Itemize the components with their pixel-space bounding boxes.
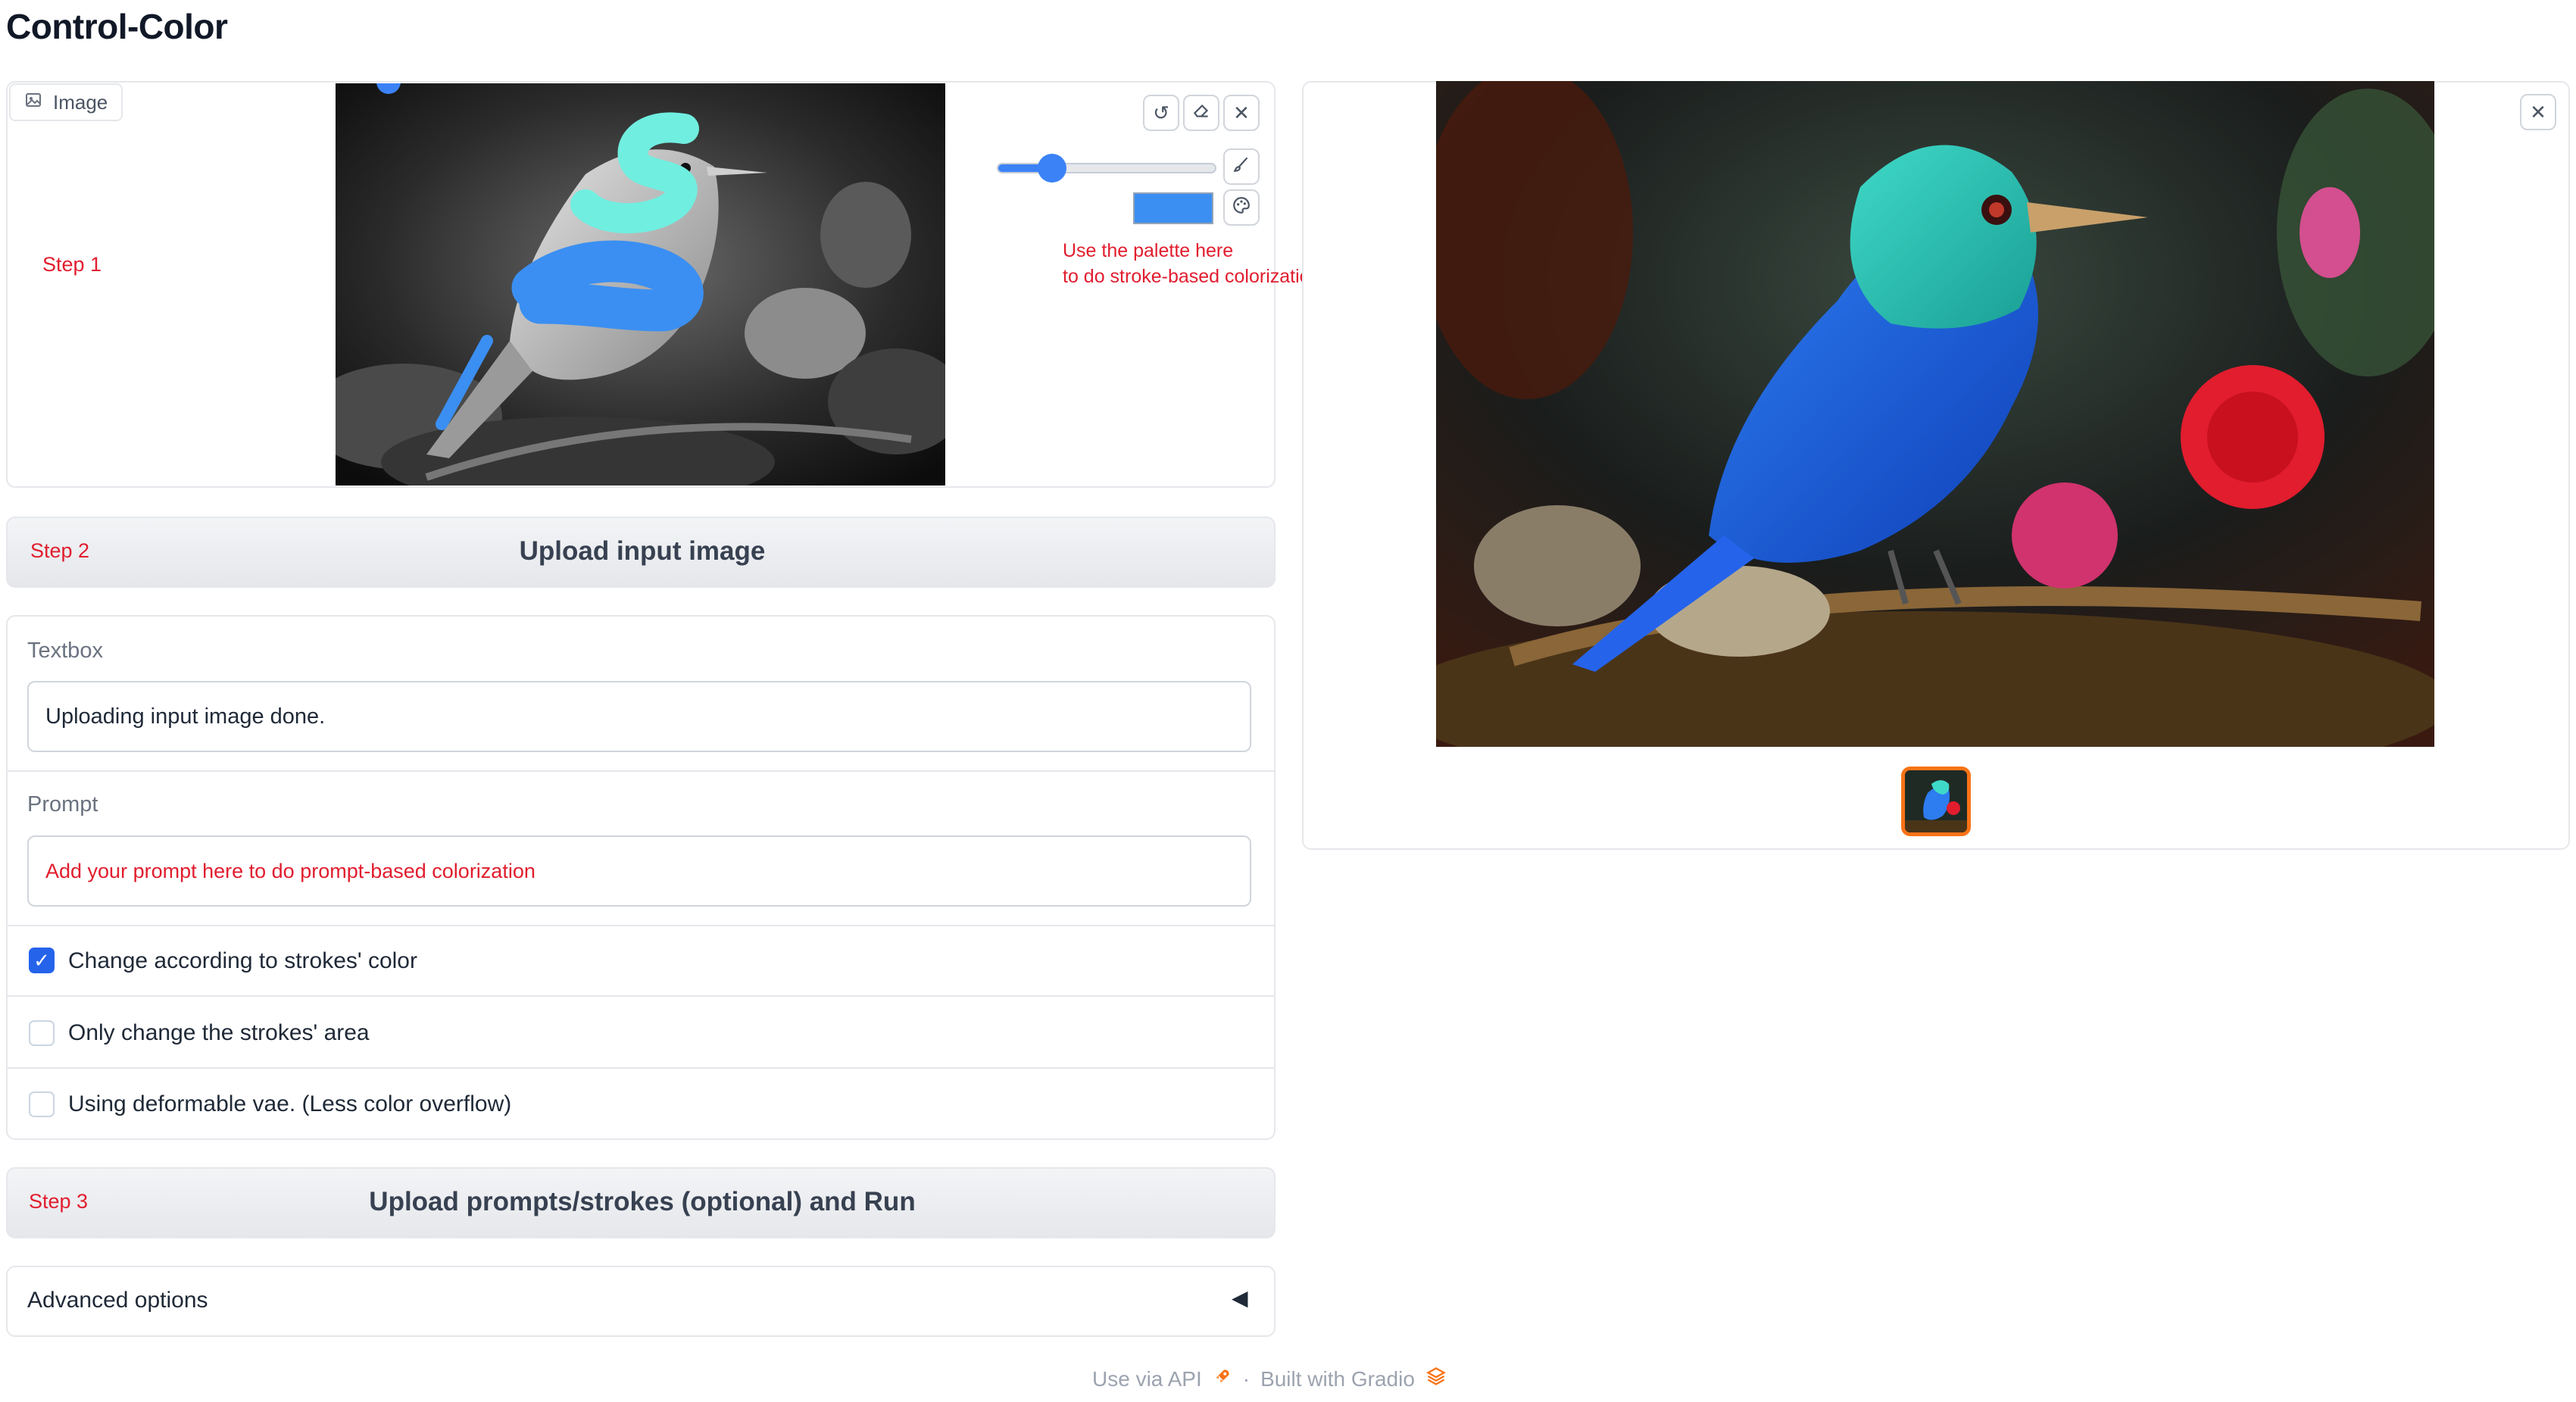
built-with-gradio-link[interactable]: Built with Gradio	[1260, 1367, 1415, 1391]
strokes-area-checkbox[interactable]	[29, 1020, 55, 1046]
form-divider	[8, 995, 1274, 997]
eraser-button[interactable]	[1183, 95, 1219, 131]
image-chip-text: Image	[53, 90, 108, 114]
gallery-thumbnail[interactable]	[1901, 767, 1971, 836]
status-textbox-value: Uploading input image done.	[45, 704, 326, 729]
eraser-icon	[1191, 101, 1211, 126]
advanced-options-label: Advanced options	[27, 1288, 208, 1313]
close-icon: ✕	[1233, 101, 1250, 124]
undo-button[interactable]: ↺	[1143, 95, 1179, 131]
brush-button[interactable]	[1223, 148, 1260, 185]
form-divider	[8, 925, 1274, 926]
step1-label: Step 1	[42, 253, 102, 276]
strokes-area-label[interactable]: Only change the strokes' area	[68, 1020, 370, 1046]
prompt-input[interactable]: Add your prompt here to do prompt-based …	[27, 835, 1251, 907]
rocket-icon	[1213, 1366, 1232, 1391]
deformable-vae-label[interactable]: Using deformable vae. (Less color overfl…	[68, 1091, 511, 1117]
prompt-label: Prompt	[27, 792, 98, 817]
run-button-label: Upload prompts/strokes (optional) and Ru…	[369, 1187, 916, 1216]
image-label-chip: Image	[9, 83, 123, 121]
close-icon: ✕	[2530, 100, 2546, 123]
brush-size-slider[interactable]	[997, 163, 1216, 173]
strokes-color-label[interactable]: Change according to strokes' color	[68, 948, 417, 974]
colorized-bird-image	[1436, 81, 2434, 747]
brush-color-swatch[interactable]	[1133, 192, 1213, 224]
form-divider	[8, 770, 1274, 772]
status-textbox[interactable]: Uploading input image done.	[27, 681, 1251, 752]
run-button[interactable]: Step 3 Upload prompts/strokes (optional)…	[6, 1167, 1276, 1238]
form-divider	[8, 1067, 1274, 1069]
image-icon	[24, 91, 42, 114]
undo-icon: ↺	[1153, 101, 1169, 124]
gallery-thumbnail-image	[1905, 770, 1967, 832]
footer-separator: ·	[1242, 1366, 1251, 1391]
textbox-label: Textbox	[27, 639, 103, 663]
sketch-canvas[interactable]	[336, 83, 945, 486]
advanced-options-accordion[interactable]: Advanced options ◀	[6, 1266, 1276, 1337]
deformable-vae-checkbox[interactable]	[29, 1091, 55, 1117]
close-output-button[interactable]: ✕	[2520, 94, 2556, 130]
brush-size-knob[interactable]	[1038, 154, 1066, 183]
upload-input-image-label: Upload input image	[519, 536, 766, 566]
gradio-logo-icon	[1425, 1366, 1447, 1392]
grayscale-bird-image[interactable]	[336, 83, 945, 486]
palette-icon	[1232, 195, 1251, 220]
upload-input-image-button[interactable]: Step 2 Upload input image	[6, 517, 1276, 588]
footer: Use via API · Built with Gradio	[1092, 1366, 1447, 1392]
triangle-left-icon: ◀	[1232, 1286, 1248, 1310]
clear-canvas-button[interactable]: ✕	[1223, 95, 1260, 131]
strokes-color-checkbox[interactable]: ✓	[29, 948, 55, 973]
palette-button[interactable]	[1223, 189, 1260, 226]
use-via-api-link[interactable]: Use via API	[1092, 1367, 1202, 1391]
output-image[interactable]	[1436, 81, 2434, 747]
page-title: Control-Color	[6, 7, 228, 46]
prompt-placeholder: Add your prompt here to do prompt-based …	[45, 859, 535, 882]
brush-icon	[1232, 155, 1251, 180]
